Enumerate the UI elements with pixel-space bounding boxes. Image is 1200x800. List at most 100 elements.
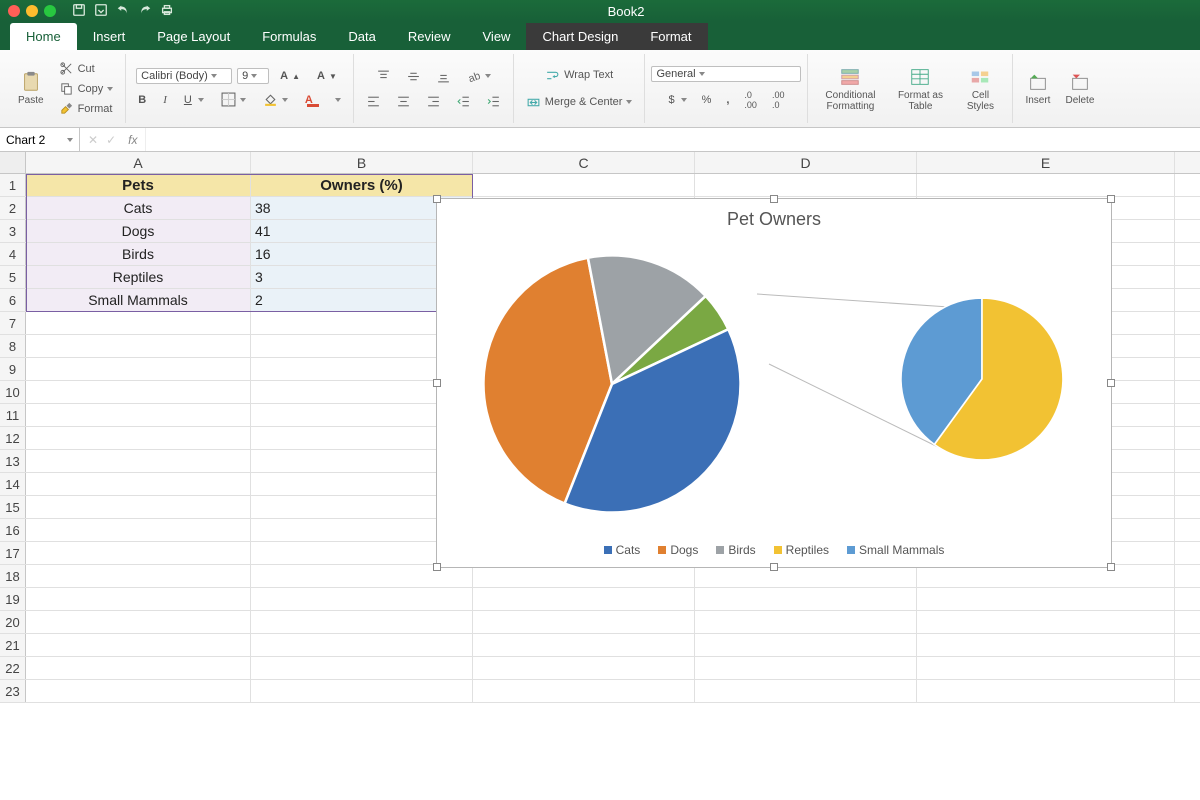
decrease-indent-button[interactable] bbox=[450, 92, 477, 111]
worksheet-grid[interactable]: A B C D E 1PetsOwners (%)2Cats383Dogs414… bbox=[0, 152, 1200, 800]
row-header-21[interactable]: 21 bbox=[0, 634, 26, 656]
align-top-button[interactable] bbox=[370, 67, 397, 86]
row-header-12[interactable]: 12 bbox=[0, 427, 26, 449]
row-header-3[interactable]: 3 bbox=[0, 220, 26, 242]
font-size-select[interactable]: 9 bbox=[237, 68, 269, 84]
conditional-formatting-button[interactable]: Conditional Formatting bbox=[814, 64, 886, 114]
cell-A9[interactable] bbox=[26, 358, 251, 380]
tab-chart-design[interactable]: Chart Design bbox=[526, 23, 634, 50]
cell-A6[interactable]: Small Mammals bbox=[26, 289, 251, 311]
grow-font-button[interactable]: A▲ bbox=[274, 68, 306, 84]
align-right-button[interactable] bbox=[420, 92, 447, 111]
font-family-select[interactable]: Calibri (Body) bbox=[136, 68, 232, 84]
name-box[interactable]: Chart 2 bbox=[0, 128, 80, 151]
cell-D20[interactable] bbox=[695, 611, 917, 633]
resize-handle-ne[interactable] bbox=[1107, 195, 1115, 203]
row-header-22[interactable]: 22 bbox=[0, 657, 26, 679]
cell-A16[interactable] bbox=[26, 519, 251, 541]
col-header-c[interactable]: C bbox=[473, 152, 695, 173]
legend-item-cats[interactable]: Cats bbox=[604, 543, 641, 557]
align-center-button[interactable] bbox=[390, 92, 417, 111]
cut-button[interactable]: Cut bbox=[53, 59, 120, 78]
cell-E22[interactable] bbox=[917, 657, 1175, 679]
wrap-text-button[interactable]: Wrap Text bbox=[539, 66, 619, 85]
cell-D18[interactable] bbox=[695, 565, 917, 587]
resize-handle-e[interactable] bbox=[1107, 379, 1115, 387]
cell-C20[interactable] bbox=[473, 611, 695, 633]
cell-A23[interactable] bbox=[26, 680, 251, 702]
cell-C23[interactable] bbox=[473, 680, 695, 702]
cell-A3[interactable]: Dogs bbox=[26, 220, 251, 242]
cell-A14[interactable] bbox=[26, 473, 251, 495]
row-header-11[interactable]: 11 bbox=[0, 404, 26, 426]
percent-button[interactable]: % bbox=[696, 92, 718, 108]
cell-A7[interactable] bbox=[26, 312, 251, 334]
cell-E1[interactable] bbox=[917, 174, 1175, 196]
row-header-10[interactable]: 10 bbox=[0, 381, 26, 403]
close-window-button[interactable] bbox=[8, 5, 20, 17]
cell-E23[interactable] bbox=[917, 680, 1175, 702]
cell-A1[interactable]: Pets bbox=[26, 174, 251, 196]
tab-home[interactable]: Home bbox=[10, 23, 77, 50]
delete-cells-button[interactable]: Delete bbox=[1059, 69, 1100, 108]
cell-A10[interactable] bbox=[26, 381, 251, 403]
tab-format[interactable]: Format bbox=[634, 23, 707, 50]
legend-item-reptiles[interactable]: Reptiles bbox=[774, 543, 829, 557]
chart-object[interactable]: Pet Owners CatsDogsBirdsReptilesSmall Ma… bbox=[436, 198, 1112, 568]
resize-handle-sw[interactable] bbox=[433, 563, 441, 571]
format-as-table-button[interactable]: Format as Table bbox=[889, 64, 951, 114]
row-header-18[interactable]: 18 bbox=[0, 565, 26, 587]
shrink-font-button[interactable]: A▼ bbox=[311, 68, 343, 84]
cell-A13[interactable] bbox=[26, 450, 251, 472]
cell-A8[interactable] bbox=[26, 335, 251, 357]
cell-C21[interactable] bbox=[473, 634, 695, 656]
col-header-e[interactable]: E bbox=[917, 152, 1175, 173]
cell-A2[interactable]: Cats bbox=[26, 197, 251, 219]
cancel-formula-icon[interactable]: ✕ bbox=[88, 133, 98, 147]
bold-button[interactable]: B bbox=[132, 92, 152, 108]
cell-C19[interactable] bbox=[473, 588, 695, 610]
formula-input[interactable] bbox=[145, 128, 1200, 151]
chart-title[interactable]: Pet Owners bbox=[437, 199, 1111, 234]
main-pie-chart[interactable] bbox=[477, 249, 747, 519]
cell-A12[interactable] bbox=[26, 427, 251, 449]
cell-A22[interactable] bbox=[26, 657, 251, 679]
row-header-19[interactable]: 19 bbox=[0, 588, 26, 610]
resize-handle-nw[interactable] bbox=[433, 195, 441, 203]
cell-C22[interactable] bbox=[473, 657, 695, 679]
select-all-corner[interactable] bbox=[0, 152, 26, 173]
cell-B19[interactable] bbox=[251, 588, 473, 610]
cell-C18[interactable] bbox=[473, 565, 695, 587]
cell-B23[interactable] bbox=[251, 680, 473, 702]
cell-D1[interactable] bbox=[695, 174, 917, 196]
cell-A19[interactable] bbox=[26, 588, 251, 610]
row-header-14[interactable]: 14 bbox=[0, 473, 26, 495]
number-format-select[interactable]: General bbox=[651, 66, 801, 82]
italic-button[interactable]: I bbox=[157, 92, 173, 108]
legend-item-birds[interactable]: Birds bbox=[716, 543, 755, 557]
align-left-button[interactable] bbox=[360, 92, 387, 111]
tab-review[interactable]: Review bbox=[392, 23, 467, 50]
tab-formulas[interactable]: Formulas bbox=[246, 23, 332, 50]
legend-item-dogs[interactable]: Dogs bbox=[658, 543, 698, 557]
col-header-b[interactable]: B bbox=[251, 152, 473, 173]
minimize-window-button[interactable] bbox=[26, 5, 38, 17]
cell-E19[interactable] bbox=[917, 588, 1175, 610]
resize-handle-s[interactable] bbox=[770, 563, 778, 571]
borders-button[interactable] bbox=[215, 90, 252, 109]
fx-label[interactable]: fx bbox=[128, 133, 137, 147]
cell-E21[interactable] bbox=[917, 634, 1175, 656]
cell-B20[interactable] bbox=[251, 611, 473, 633]
cell-D19[interactable] bbox=[695, 588, 917, 610]
tab-page-layout[interactable]: Page Layout bbox=[141, 23, 246, 50]
row-header-7[interactable]: 7 bbox=[0, 312, 26, 334]
cell-A20[interactable] bbox=[26, 611, 251, 633]
increase-indent-button[interactable] bbox=[480, 92, 507, 111]
col-header-d[interactable]: D bbox=[695, 152, 917, 173]
cell-B21[interactable] bbox=[251, 634, 473, 656]
increase-decimal-button[interactable]: .0.00 bbox=[738, 88, 763, 112]
align-bottom-button[interactable] bbox=[430, 67, 457, 86]
col-header-a[interactable]: A bbox=[26, 152, 251, 173]
cell-D21[interactable] bbox=[695, 634, 917, 656]
cell-C1[interactable] bbox=[473, 174, 695, 196]
